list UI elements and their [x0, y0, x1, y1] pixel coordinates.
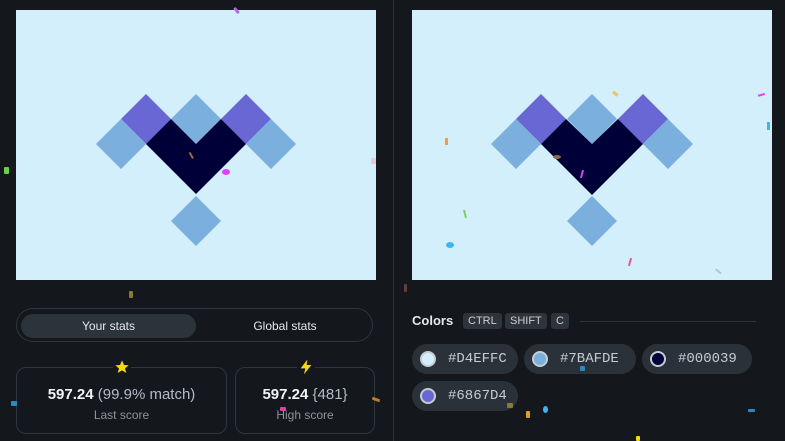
confetti-piece	[553, 155, 561, 159]
confetti-piece	[543, 406, 548, 413]
last-score-card: 597.24 (99.9% match) Last score	[16, 359, 227, 434]
target-panel: Colors CTRL SHIFT C #D4EFFC #7BAFDE #000…	[394, 0, 785, 441]
swatch-dot	[420, 388, 436, 404]
last-score-label: Last score	[93, 408, 150, 422]
confetti-piece	[526, 411, 530, 418]
confetti-piece	[445, 138, 448, 145]
confetti-piece	[129, 291, 133, 298]
tab-your-stats[interactable]: Your stats	[21, 314, 196, 338]
swatch-hex: #000039	[678, 351, 737, 367]
confetti-piece	[404, 284, 407, 292]
confetti-piece	[748, 409, 755, 412]
star-icon	[113, 359, 131, 377]
confetti-piece	[4, 167, 9, 174]
confetti-piece	[446, 242, 454, 248]
colors-heading: Colors	[412, 313, 454, 328]
lightning-icon	[297, 359, 315, 377]
player-panel: Your stats Global stats 597.24 (99.9% ma…	[0, 0, 393, 441]
stats-tabs: Your stats Global stats	[16, 308, 373, 342]
high-score-line: 597.24 {481}	[236, 386, 374, 403]
confetti-piece	[371, 158, 376, 164]
kbd-c: C	[551, 313, 569, 329]
colors-divider	[580, 321, 756, 322]
confetti-piece	[636, 436, 640, 441]
last-score-value: 597.24	[47, 386, 94, 403]
swatch-hex: #6867D4	[448, 388, 507, 404]
confetti-piece	[280, 407, 286, 411]
target-canvas	[412, 10, 772, 280]
color-swatch-1[interactable]: #D4EFFC	[412, 344, 518, 374]
kbd-ctrl: CTRL	[463, 313, 502, 329]
high-score-label: High score	[276, 408, 334, 422]
player-canvas	[16, 10, 376, 280]
player-drawing	[16, 10, 376, 280]
swatch-dot	[420, 351, 436, 367]
confetti-piece	[580, 366, 585, 371]
high-score-card: 597.24 {481} High score	[235, 359, 375, 434]
last-score-match: (99.9% match)	[97, 386, 196, 403]
swatch-dot	[650, 351, 666, 367]
swatch-dot	[532, 351, 548, 367]
color-swatch-4[interactable]: #6867D4	[412, 381, 518, 411]
target-drawing	[412, 10, 772, 280]
last-score-line: 597.24 (99.9% match)	[17, 386, 226, 403]
confetti-piece	[222, 169, 230, 175]
swatch-hex: #D4EFFC	[448, 351, 507, 367]
high-score-rank: {481}	[312, 386, 348, 403]
confetti-piece	[11, 401, 17, 406]
kbd-shift: SHIFT	[505, 313, 547, 329]
color-swatch-3[interactable]: #000039	[642, 344, 752, 374]
confetti-piece	[767, 122, 770, 130]
high-score-value: 597.24	[262, 386, 309, 403]
tab-global-stats[interactable]: Global stats	[202, 314, 368, 338]
swatch-hex: #7BAFDE	[560, 351, 619, 367]
confetti-piece	[507, 403, 513, 408]
